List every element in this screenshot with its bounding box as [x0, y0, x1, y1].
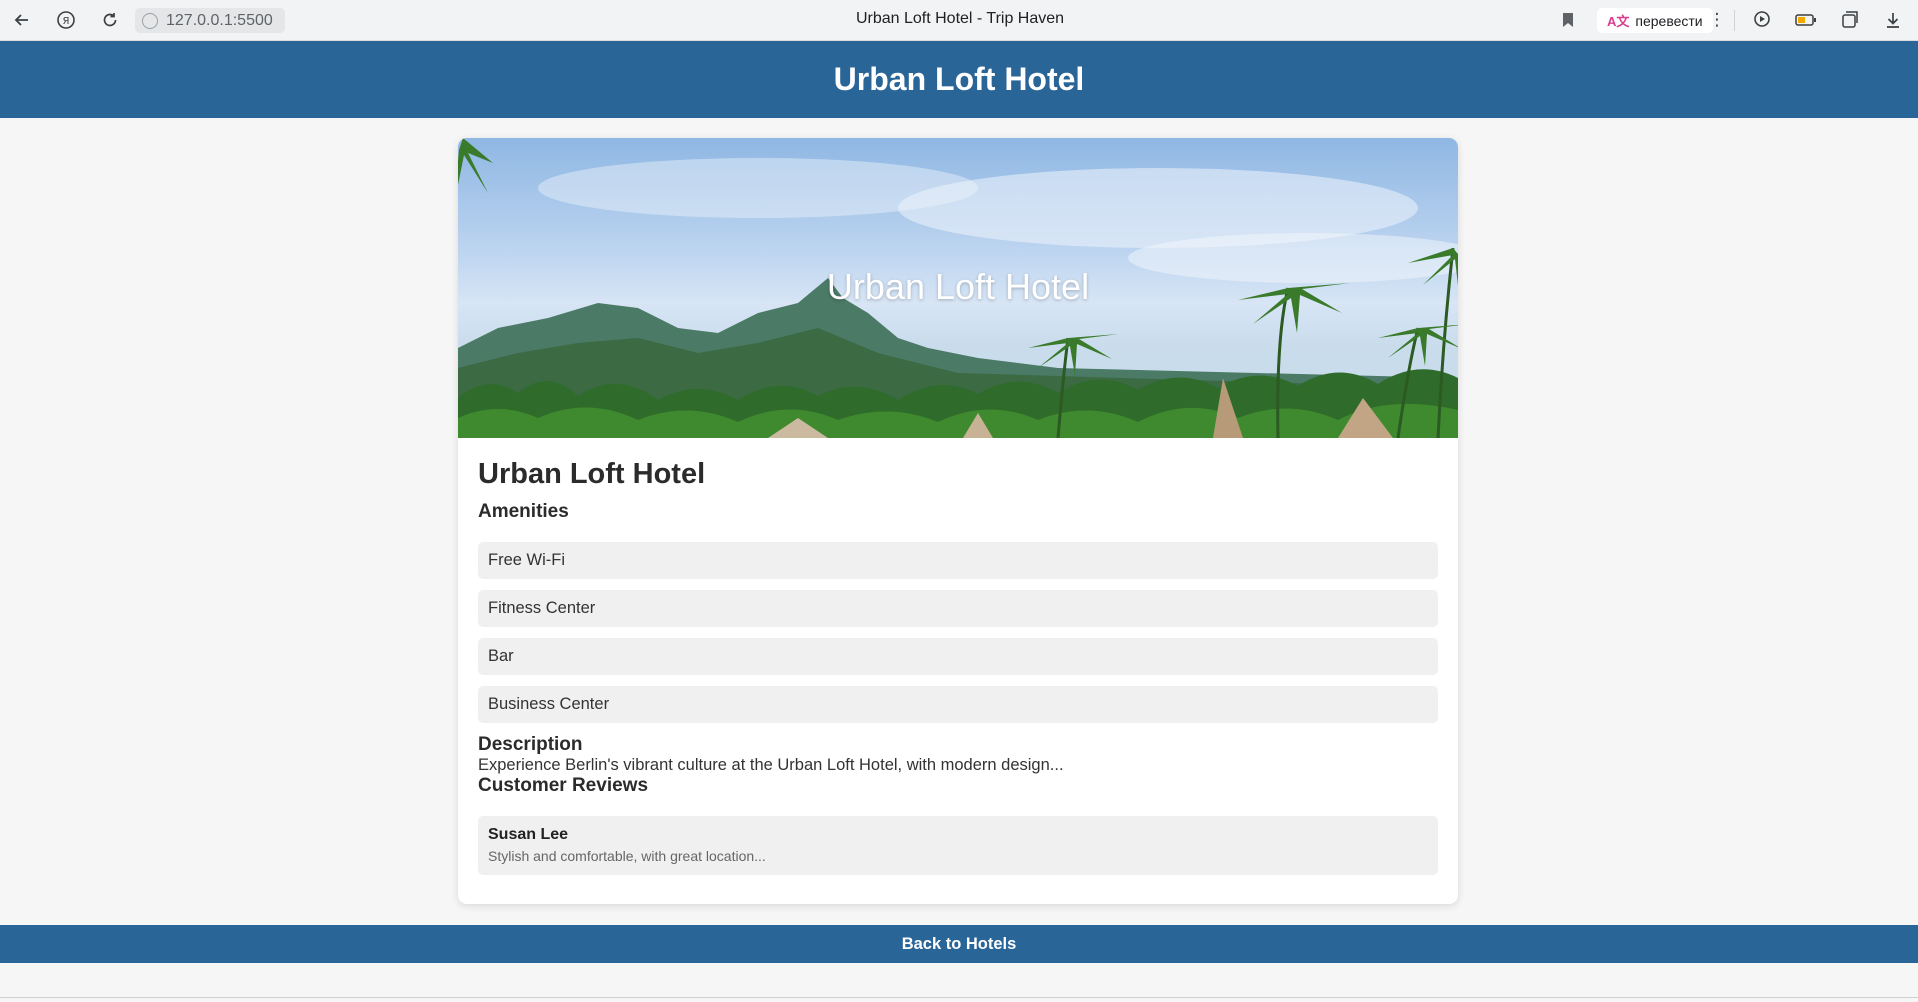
address-bar[interactable]: 127.0.0.1:5500	[135, 8, 285, 33]
review-text: Stylish and comfortable, with great loca…	[488, 848, 766, 864]
address-text: 127.0.0.1:5500	[166, 11, 273, 29]
translate-icon: A文	[1607, 14, 1630, 29]
toolbar-divider	[1734, 10, 1735, 31]
hotel-details: Urban Loft Hotel Amenities Free Wi-Fi Fi…	[458, 438, 1458, 875]
back-icon[interactable]	[11, 9, 33, 31]
amenity-item: Free Wi-Fi	[478, 542, 1438, 579]
battery-icon[interactable]	[1795, 9, 1817, 31]
more-icon[interactable]: ⋮	[1706, 9, 1728, 31]
amenities-heading: Amenities	[478, 501, 569, 522]
review-card: Susan Lee Stylish and comfortable, with …	[478, 816, 1438, 875]
translate-button[interactable]: A文 перевести	[1597, 8, 1713, 33]
bookmark-icon[interactable]	[1557, 9, 1579, 31]
review-author: Susan Lee	[488, 826, 569, 843]
download-icon[interactable]	[1882, 9, 1904, 31]
hero-title: Urban Loft Hotel	[826, 266, 1090, 307]
page-title: Urban Loft Hotel	[833, 61, 1085, 97]
reviews-heading: Customer Reviews	[478, 775, 649, 796]
collections-icon[interactable]	[1839, 9, 1861, 31]
amenity-item: Bar	[478, 638, 1438, 675]
hero-image: Urban Loft Hotel	[458, 138, 1458, 438]
translate-label: перевести	[1635, 12, 1703, 29]
site-info-icon[interactable]	[142, 12, 158, 29]
svg-text:Я: Я	[63, 16, 70, 27]
tab-title: Urban Loft Hotel - Trip Haven	[855, 10, 1065, 27]
amenities-list: Free Wi-Fi Fitness Center Bar Business C…	[478, 542, 1438, 723]
yandex-icon[interactable]: Я	[55, 9, 77, 31]
hotel-name: Urban Loft Hotel	[478, 458, 706, 490]
reload-icon[interactable]	[99, 9, 121, 31]
hotel-card: Urban Loft Hotel Urban Loft Hotel Amenit…	[458, 138, 1458, 904]
page-bottom-divider	[0, 997, 1918, 998]
browser-toolbar: Я 127.0.0.1:5500 Urban Loft Hotel - Trip…	[0, 0, 1918, 41]
media-icon[interactable]	[1752, 9, 1774, 31]
description-heading: Description	[478, 734, 583, 755]
back-to-hotels-button[interactable]: Back to Hotels	[0, 925, 1918, 963]
amenity-item: Business Center	[478, 686, 1438, 723]
site-header: Urban Loft Hotel	[0, 41, 1918, 118]
description-text: Experience Berlin's vibrant culture at t…	[478, 756, 1064, 774]
amenity-item: Fitness Center	[478, 590, 1438, 627]
